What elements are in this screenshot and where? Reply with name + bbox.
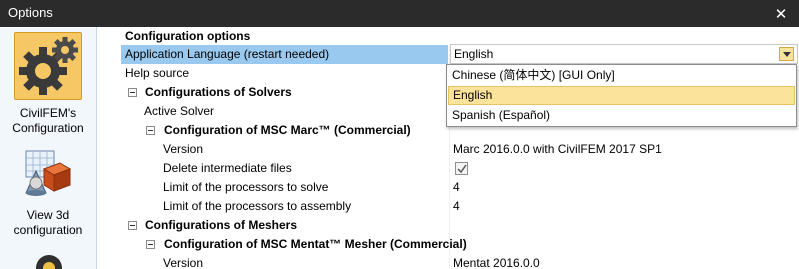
close-icon[interactable]: ✕ [763,0,799,27]
sidebar-item-label: View 3d [26,208,70,222]
category-label: Configuration of MSC Mentat™ Mesher (Com… [164,237,467,251]
property-value[interactable]: Mentat 2016.0.0 [453,254,540,269]
sidebar-item-partial-icon[interactable] [34,251,64,269]
dropdown-option-spanish[interactable]: Spanish (Español) [448,106,795,125]
property-value[interactable]: 4 [453,197,460,216]
sidebar-item-civilfem-configuration[interactable]: CivilFEM's Configuration [0,32,96,138]
property-label: Active Solver [144,104,215,118]
dropdown-option-english[interactable]: English [448,86,795,105]
delete-files-checkbox[interactable] [455,162,468,175]
chevron-down-icon[interactable] [779,47,794,61]
property-label: Delete intermediate files [163,161,292,175]
category-label: Configurations of Meshers [145,218,298,232]
category-label: Configurations of Solvers [145,85,292,99]
property-label: Application Language (restart needed) [121,45,448,64]
property-label: Limit of the processors to assembly [163,199,352,213]
gears-icon [14,32,82,100]
language-dropdown-list[interactable]: Chinese (简体中文) [GUI Only] English Spanis… [446,64,797,127]
collapse-icon[interactable] [146,126,155,135]
language-combobox[interactable]: English [450,44,798,64]
sidebar-item-view-3d-configuration[interactable]: View 3d configuration [0,145,96,245]
category-label: Configuration options [125,29,251,43]
category-row-mentat[interactable]: Configuration of MSC Mentat™ Mesher (Com… [97,235,799,254]
property-label: Version [163,256,204,269]
category-row-meshers[interactable]: Configurations of Meshers [97,216,799,235]
property-label: Version [163,142,204,156]
title-bar: Options ✕ [0,0,799,27]
collapse-icon[interactable] [128,221,137,230]
property-row-proc-solve[interactable]: Limit of the processors to solve 4 [97,178,799,197]
property-value[interactable]: 4 [453,178,460,197]
property-value[interactable]: Marc 2016.0.0 with CivilFEM 2017 SP1 [453,140,662,159]
sidebar-item-label: configuration [13,223,83,237]
combobox-value: English [454,47,494,61]
property-row-mentat-version[interactable]: Version Mentat 2016.0.0 [97,254,799,269]
property-row-delete-files[interactable]: Delete intermediate files [97,159,799,178]
property-label: Limit of the processors to solve [163,180,329,194]
category-label: Configuration of MSC Marc™ (Commercial) [164,123,411,137]
sidebar-item-label: Configuration [12,121,84,135]
collapse-icon[interactable] [146,240,155,249]
property-row-marc-version[interactable]: Version Marc 2016.0.0 with CivilFEM 2017… [97,140,799,159]
options-sidebar: CivilFEM's Configuration View 3d configu… [0,27,97,269]
collapse-icon[interactable] [128,88,137,97]
dropdown-option-chinese[interactable]: Chinese (简体中文) [GUI Only] [448,66,795,85]
property-row-proc-assembly[interactable]: Limit of the processors to assembly 4 [97,197,799,216]
window-title: Options [8,5,53,20]
sidebar-item-label: CivilFEM's [19,106,77,120]
view-3d-icon [22,149,74,201]
property-label: Help source [125,66,190,80]
